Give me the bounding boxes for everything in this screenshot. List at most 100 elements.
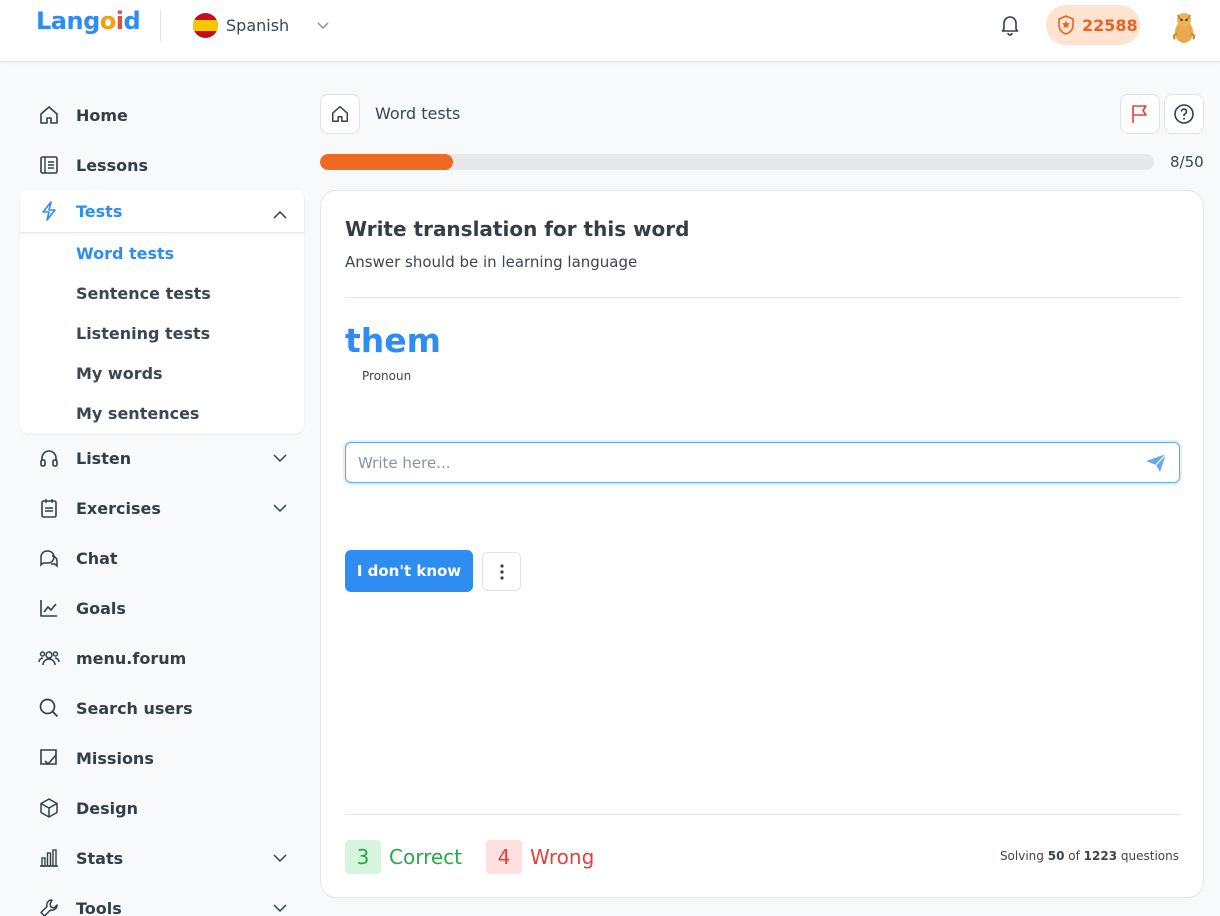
- language-name: Spanish: [226, 15, 290, 35]
- top-bar: Langoid Spanish 22588: [0, 0, 1220, 62]
- sidebar-item-label: Goals: [76, 598, 126, 618]
- sidebar-item-goals[interactable]: Goals: [20, 583, 304, 633]
- more-options-button[interactable]: [482, 552, 521, 591]
- submenu-my-sentences[interactable]: My sentences: [20, 393, 304, 433]
- sidebar: Home Lessons Tests Word tests Sentence t…: [20, 90, 304, 916]
- submenu-listening-tests[interactable]: Listening tests: [20, 313, 304, 353]
- header-divider: [160, 10, 161, 41]
- solving-current: 50: [1047, 849, 1065, 863]
- chevron-down-icon: [273, 504, 287, 513]
- solving-suffix: questions: [1120, 849, 1179, 863]
- sidebar-item-label: Missions: [76, 748, 154, 768]
- test-word[interactable]: them: [345, 321, 441, 360]
- sidebar-item-label: Tests: [76, 201, 123, 221]
- sidebar-item-design[interactable]: Design: [20, 783, 304, 833]
- question-subtitle: Answer should be in learning language: [345, 253, 638, 271]
- cube-icon: [38, 797, 60, 819]
- divider: [345, 297, 1181, 298]
- checklist-icon: [38, 747, 60, 769]
- question-title: Write translation for this word: [345, 217, 690, 241]
- book-icon: [38, 154, 60, 176]
- progress-bar-fill: [320, 154, 454, 170]
- breadcrumb-home-button[interactable]: [320, 94, 360, 134]
- sidebar-item-home[interactable]: Home: [20, 90, 304, 140]
- langoid-logo[interactable]: Langoid: [36, 7, 141, 35]
- solving-status: Solving 50 of 1223 questions: [1000, 849, 1179, 863]
- sidebar-item-label: menu.forum: [76, 648, 187, 668]
- sidebar-item-label: Listen: [76, 448, 132, 468]
- chevron-down-icon: [273, 854, 287, 863]
- logo-text-d: d: [123, 7, 141, 35]
- sidebar-item-listen[interactable]: Listen: [20, 433, 304, 483]
- bell-icon[interactable]: [998, 12, 1022, 40]
- points-badge[interactable]: 22588: [1046, 5, 1140, 45]
- logo-text-o: o: [99, 7, 117, 35]
- logo-text-i: i: [115, 7, 124, 35]
- submenu-sentence-tests[interactable]: Sentence tests: [20, 273, 304, 313]
- sidebar-item-exercises[interactable]: Exercises: [20, 483, 304, 533]
- vertical-dots-icon: [499, 563, 504, 580]
- send-icon[interactable]: [1145, 453, 1167, 473]
- sidebar-item-stats[interactable]: Stats: [20, 833, 304, 883]
- sidebar-item-label: Tools: [76, 898, 122, 916]
- home-icon: [332, 106, 348, 123]
- home-icon: [38, 104, 60, 126]
- sidebar-item-label: Chat: [76, 548, 118, 568]
- sidebar-item-label: Home: [76, 105, 128, 125]
- points-value: 22588: [1082, 15, 1138, 35]
- correct-label: Correct: [389, 845, 462, 869]
- language-selector[interactable]: Spanish: [193, 12, 329, 38]
- spain-flag-icon: [193, 12, 218, 38]
- progress-bar: [320, 154, 1154, 170]
- part-of-speech: Pronoun: [362, 369, 412, 383]
- sidebar-item-forum[interactable]: menu.forum: [20, 633, 304, 683]
- headphones-icon: [38, 447, 60, 469]
- bar-chart-icon: [38, 847, 60, 869]
- tests-submenu: Word tests Sentence tests Listening test…: [20, 233, 304, 433]
- question-card: Write translation for this word Answer s…: [320, 190, 1204, 898]
- correct-score: 3 Correct: [345, 840, 462, 874]
- answer-input[interactable]: [358, 451, 1128, 475]
- chevron-down-icon: [317, 22, 329, 30]
- sidebar-item-label: Design: [76, 798, 138, 818]
- chart-line-icon: [38, 597, 60, 619]
- sidebar-item-label: Search users: [76, 698, 193, 718]
- wrench-icon: [38, 897, 60, 916]
- wrong-count: 4: [486, 840, 522, 874]
- wrong-score: 4 Wrong: [486, 840, 594, 874]
- flag-icon: [1132, 105, 1147, 123]
- divider: [345, 814, 1181, 815]
- progress-count: 8/50: [1170, 153, 1204, 171]
- answer-field[interactable]: [345, 442, 1180, 483]
- lightning-icon: [38, 200, 60, 222]
- report-button[interactable]: [1120, 94, 1160, 134]
- sidebar-item-search-users[interactable]: Search users: [20, 683, 304, 733]
- question-icon: [1174, 104, 1194, 124]
- solving-total: 1223: [1083, 849, 1118, 863]
- breadcrumb: Word tests: [375, 104, 461, 123]
- avatar[interactable]: [1170, 10, 1198, 44]
- sidebar-item-label: Lessons: [76, 155, 148, 175]
- help-button[interactable]: [1164, 94, 1204, 134]
- submenu-word-tests[interactable]: Word tests: [20, 233, 304, 273]
- shield-star-icon: [1058, 15, 1074, 35]
- sidebar-item-tools[interactable]: Tools: [20, 883, 304, 916]
- chevron-up-icon: [273, 210, 287, 219]
- sidebar-item-chat[interactable]: Chat: [20, 533, 304, 583]
- logo-text-a: Lang: [36, 7, 100, 35]
- notepad-icon: [38, 497, 60, 519]
- users-icon: [38, 647, 60, 669]
- submenu-my-words[interactable]: My words: [20, 353, 304, 393]
- chat-icon: [38, 547, 60, 569]
- sidebar-item-label: Stats: [76, 848, 124, 868]
- sidebar-item-tests[interactable]: Tests: [20, 190, 304, 233]
- search-icon: [38, 697, 60, 719]
- solving-prefix: Solving: [999, 849, 1044, 863]
- sidebar-item-lessons[interactable]: Lessons: [20, 140, 304, 190]
- chevron-down-icon: [273, 904, 287, 913]
- correct-count: 3: [345, 840, 381, 874]
- sidebar-item-missions[interactable]: Missions: [20, 733, 304, 783]
- tests-group: Tests Word tests Sentence tests Listenin…: [20, 190, 304, 433]
- wrong-label: Wrong: [530, 845, 595, 869]
- dont-know-button[interactable]: I don't know: [345, 550, 473, 592]
